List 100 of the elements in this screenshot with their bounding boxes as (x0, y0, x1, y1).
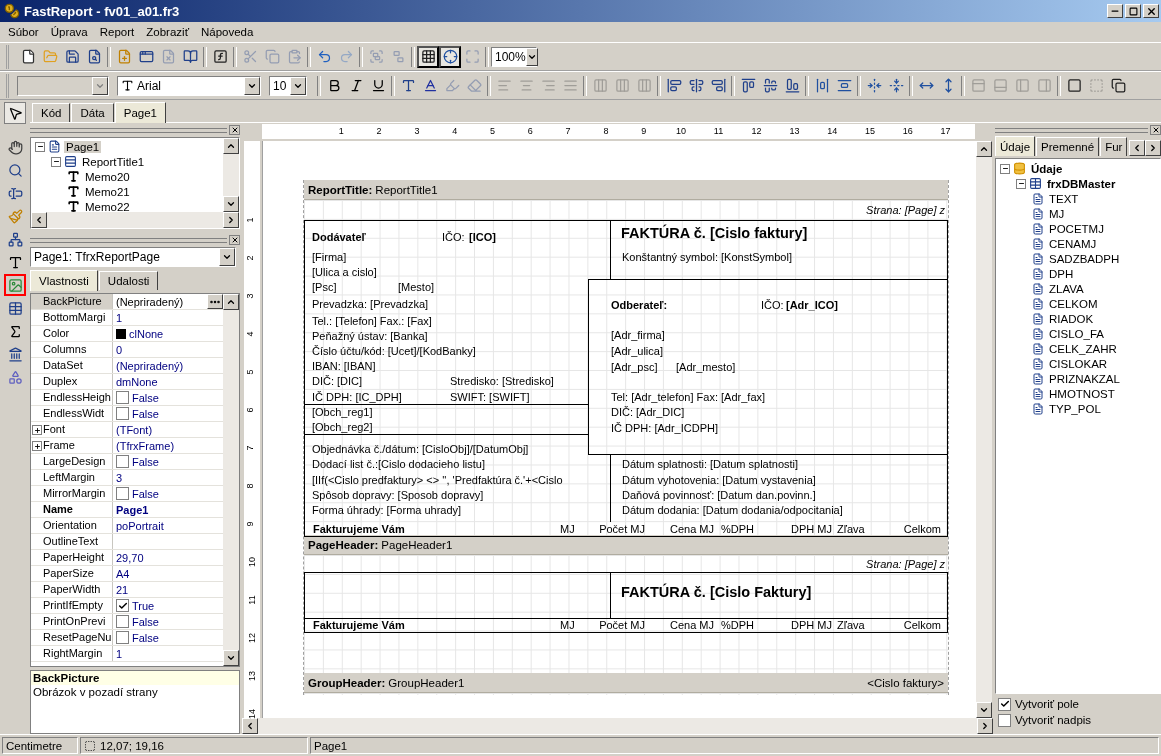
column-header[interactable]: Počet MJ (599, 523, 645, 535)
report-text[interactable]: Dodávateľ (312, 230, 366, 244)
column-header[interactable]: Celkom (903, 523, 941, 535)
report-text[interactable]: DIČ: [DIC] (312, 374, 363, 388)
report-text[interactable]: [Mesto] (398, 280, 435, 294)
tree-item[interactable]: DPH (1047, 267, 1076, 280)
report-text[interactable]: Stredisko: [Stredisko] (450, 374, 554, 388)
report-text[interactable]: IČ DPH: [Adr_ICDPH] (611, 421, 718, 435)
report-text[interactable]: Prevadzka: [Prevadzka] (312, 297, 429, 311)
report-text[interactable]: [Psc] (312, 280, 337, 294)
column-header[interactable]: Fakturujeme Vám (313, 523, 405, 535)
data-tab[interactable]: Fur (1100, 137, 1128, 156)
column-header[interactable]: MJ (560, 523, 575, 535)
tree-item[interactable]: PRIZNAKZAL (1047, 372, 1122, 385)
menu-item[interactable]: Report (93, 26, 141, 38)
report-text[interactable]: [Obch_reg1] (312, 405, 373, 419)
report-text[interactable]: [Adr_ICO] (786, 298, 838, 312)
report-text[interactable]: Odberateľ: (611, 298, 668, 312)
menu-item[interactable]: Zobraziť (140, 26, 195, 38)
report-text[interactable]: SWIFT: [SWIFT] (450, 390, 530, 404)
tree-item[interactable]: MJ (1047, 207, 1067, 220)
column-header[interactable]: Celkom (903, 619, 941, 631)
report-text[interactable]: [Adr_mesto] (676, 360, 736, 374)
tree-item[interactable]: CELKOM (1047, 297, 1100, 310)
report-text[interactable]: Dátum splatnosti: [Datum splatnosti] (622, 457, 799, 471)
band-header[interactable]: PageHeader: PageHeader1 (304, 535, 948, 555)
column-header[interactable]: Zľava (837, 523, 865, 535)
column-header[interactable]: Fakturujeme Vám (313, 619, 405, 631)
report-text[interactable]: Objednávka č./dátum: [CisloObj]/[DatumObj] (312, 442, 529, 456)
data-tab[interactable]: Premenné (1036, 137, 1100, 156)
report-text[interactable]: IČ DPH: [IC_DPH] (312, 390, 402, 404)
tree-item[interactable]: TYP_POL (1047, 402, 1103, 415)
property-name[interactable]: Frame (31, 438, 113, 453)
tree-item[interactable]: CISLOKAR (1047, 357, 1110, 370)
report-text[interactable]: [IIf(<Cislo predfaktury> <> '', 'Predfaktúra č.'+<Cislo (312, 473, 563, 487)
column-header[interactable]: Cena MJ (669, 523, 714, 535)
tree-item[interactable]: RIADOK (1047, 312, 1096, 325)
property-name[interactable]: Font (31, 422, 113, 437)
tree-item[interactable]: SADZBADPH (1047, 252, 1122, 265)
report-text[interactable]: Spôsob dopravy: [Sposob dopravy] (312, 488, 484, 502)
report-text[interactable]: Tel: [Adr_telefon] Fax: [Adr_fax] (611, 390, 766, 404)
property-name[interactable]: BackPicture (31, 294, 113, 309)
designer-tab[interactable]: Kód (32, 103, 71, 122)
report-text[interactable]: [Obch_reg2] (312, 420, 373, 434)
tree-item[interactable]: POCETMJ (1047, 222, 1106, 235)
inspector-tab[interactable]: Vlastnosti (30, 270, 98, 291)
column-header[interactable]: DPH MJ (791, 619, 832, 631)
designer-tab[interactable]: Dáta (71, 103, 114, 122)
report-text[interactable]: DIČ: [Adr_DIC] (611, 405, 685, 419)
tree-item[interactable]: Údaje (1029, 162, 1065, 175)
report-text[interactable]: [Firma] (312, 250, 347, 264)
band-header[interactable]: ReportTitle: ReportTitle1 (304, 180, 948, 200)
tree-item[interactable]: Memo20 (83, 170, 132, 183)
tree-item[interactable]: HMOTNOST (1047, 387, 1117, 400)
report-text[interactable]: Forma úhrady: [Forma uhrady] (312, 503, 462, 517)
report-text[interactable]: Daňová povinnosť: [Datum dan.povinn.] (622, 488, 816, 502)
column-header[interactable]: %DPH (721, 523, 754, 535)
tree-item[interactable]: Memo21 (83, 185, 132, 198)
column-header[interactable]: Počet MJ (599, 619, 645, 631)
report-text[interactable]: FAKTÚRA č. [Cislo Faktury] (621, 585, 812, 599)
tree-item[interactable]: Memo22 (83, 200, 132, 212)
report-text[interactable]: Strana: [Page] z (866, 203, 945, 217)
report-text[interactable]: [ICO] (469, 230, 496, 244)
tree-item[interactable]: CISLO_FA (1047, 327, 1106, 340)
tree-item[interactable]: frxDBMaster (1045, 177, 1118, 190)
tree-item[interactable]: CELK_ZAHR (1047, 342, 1119, 355)
report-text[interactable]: FAKTÚRA č. [Cislo faktury] (621, 226, 808, 240)
report-text[interactable]: [Adr_firma] (611, 328, 665, 342)
report-text[interactable]: Dodací list č.:[Cislo dodacieho listu] (312, 457, 486, 471)
report-text[interactable]: Tel.: [Telefon] Fax.: [Fax] (312, 314, 432, 328)
report-text[interactable]: Dátum dodania: [Datum dodania/odpocitania] (622, 503, 843, 517)
report-text[interactable]: IČO: (442, 230, 465, 244)
object-selector[interactable]: Page1: TfrxReportPage (30, 247, 236, 267)
designer-tab[interactable]: Page1 (114, 102, 167, 123)
tree-item[interactable]: ReportTitle1 (80, 155, 147, 168)
data-tab[interactable]: Údaje (995, 136, 1036, 156)
column-header[interactable]: DPH MJ (791, 523, 832, 535)
menu-item[interactable]: Súbor (2, 26, 45, 38)
inspector-tab[interactable]: Udalosti (98, 271, 159, 290)
menu-item[interactable]: Úprava (44, 26, 94, 38)
report-text[interactable]: IBAN: [IBAN] (312, 359, 376, 373)
tree-item[interactable]: TEXT (1047, 192, 1081, 205)
tree-item[interactable]: ZLAVA (1047, 282, 1086, 295)
report-text[interactable]: Strana: [Page] z (866, 557, 945, 571)
report-text[interactable]: IČO: (761, 298, 784, 312)
column-header[interactable]: Zľava (837, 619, 865, 631)
report-text[interactable]: [Adr_psc] (611, 360, 658, 374)
zoom-combo[interactable]: 100% (491, 46, 537, 67)
tree-item[interactable]: CENAMJ (1047, 237, 1099, 250)
report-text[interactable]: [Ulica a cislo] (312, 265, 377, 279)
report-text[interactable]: [Adr_ulica] (611, 344, 663, 358)
band-header[interactable]: GroupHeader: GroupHeader1 <Cislo faktury> (304, 673, 948, 693)
font-size-combo[interactable]: 10 (269, 75, 307, 96)
report-text[interactable]: Dátum vyhotovenia: [Datum vystavenia] (622, 473, 816, 487)
column-header[interactable]: MJ (560, 619, 575, 631)
column-header[interactable]: %DPH (721, 619, 754, 631)
menu-item[interactable]: Nápoveda (194, 26, 260, 38)
report-text[interactable]: Číslo účtu/kód: [Ucet]/[KodBanky] (312, 344, 476, 358)
report-text[interactable]: Konštantný symbol: [KonstSymbol] (622, 250, 792, 264)
column-header[interactable]: Cena MJ (669, 619, 714, 631)
